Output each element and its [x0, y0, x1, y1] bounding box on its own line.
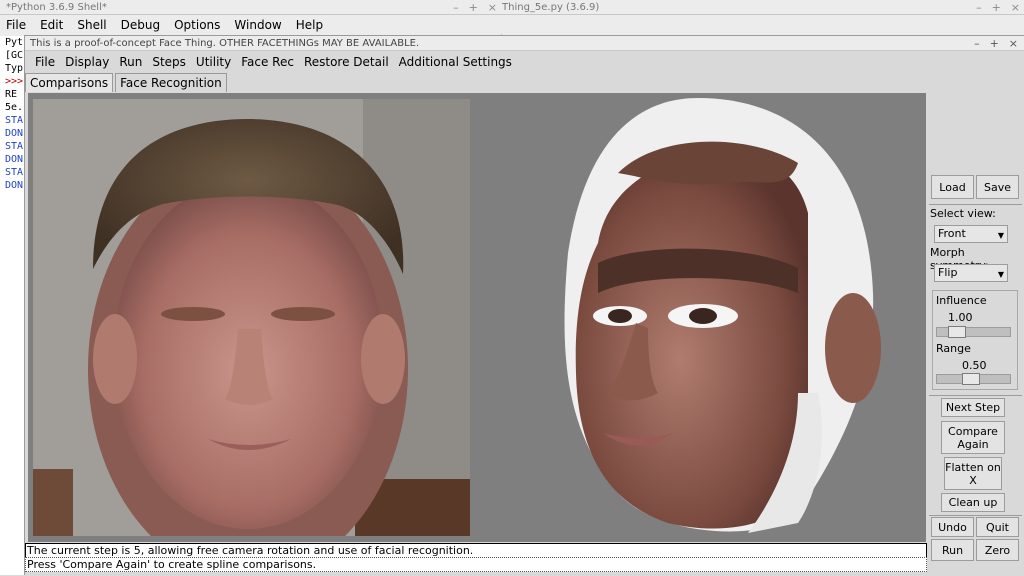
status-line-secondary: Press 'Compare Again' to create spline c…	[25, 557, 927, 572]
main-title: This is a proof-of-concept Face Thing. O…	[25, 36, 1024, 51]
influence-slider[interactable]	[936, 326, 1011, 338]
range-slider[interactable]	[936, 373, 1011, 385]
range-value: 0.50	[962, 359, 987, 372]
morph-symmetry-value: Flip	[938, 266, 958, 279]
menu-face-rec[interactable]: Face Rec	[236, 55, 299, 69]
editor-window-controls: – + ×	[976, 0, 1020, 15]
shell-menu-shell[interactable]: Shell	[77, 18, 106, 32]
shell-title: *Python 3.6.9 Shell*	[0, 0, 502, 15]
menu-restore-detail[interactable]: Restore Detail	[299, 55, 394, 69]
separator	[929, 395, 1022, 396]
maximize-icon[interactable]: +	[992, 0, 1001, 15]
status-line-primary: The current step is 5, allowing free cam…	[25, 543, 927, 558]
render-viewport[interactable]	[28, 93, 926, 542]
morph-symmetry-dropdown[interactable]: Flip ▼	[934, 264, 1008, 282]
minimize-icon[interactable]: –	[976, 0, 982, 15]
menu-steps[interactable]: Steps	[147, 55, 191, 69]
editor-window: Thing_5e.py (3.6.9) – + ×	[502, 0, 1024, 37]
save-button[interactable]: Save	[976, 175, 1019, 199]
minimize-icon[interactable]: –	[974, 36, 980, 51]
shell-line: >>>	[5, 76, 24, 87]
influence-label: Influence	[936, 294, 987, 307]
shell-line: STA	[5, 115, 24, 126]
shell-line: STA	[5, 141, 24, 152]
influence-slider-thumb[interactable]	[948, 326, 966, 338]
zero-button[interactable]: Zero	[976, 539, 1019, 561]
main-window-controls: – + ×	[974, 36, 1018, 51]
shell-line: Typ	[5, 63, 24, 74]
shell-line: RE	[5, 89, 18, 100]
shell-line: DON	[5, 128, 24, 139]
select-view-value: Front	[938, 227, 966, 240]
close-icon[interactable]: ×	[488, 0, 497, 15]
shell-window-controls: – + ×	[453, 0, 497, 15]
shell-menu-edit[interactable]: Edit	[40, 18, 63, 32]
quit-button[interactable]: Quit	[976, 517, 1019, 537]
shell-menubar: File Edit Shell Debug Options Window Hel…	[0, 15, 502, 34]
close-icon[interactable]: ×	[1009, 36, 1018, 51]
shell-line: [GC	[5, 50, 24, 61]
chevron-down-icon: ▼	[997, 270, 1004, 279]
shell-menu-window[interactable]: Window	[234, 18, 281, 32]
face-3d-model[interactable]	[498, 93, 918, 542]
control-panel: Load Save Select view: Front ▼ Morph sym…	[927, 93, 1024, 576]
shell-line: DON	[5, 154, 24, 165]
clean-up-button[interactable]: Clean up	[941, 493, 1005, 512]
undo-button[interactable]: Undo	[931, 517, 974, 537]
compare-again-button[interactable]: Compare Again	[941, 421, 1005, 454]
shell-line: Pyt	[5, 37, 24, 48]
chevron-down-icon: ▼	[997, 231, 1004, 240]
shell-output[interactable]: Pyt [GC Typ >>> RE 5e. STA DON STA DON S…	[0, 36, 24, 575]
maximize-icon[interactable]: +	[469, 0, 478, 15]
tab-face-recognition[interactable]: Face Recognition	[115, 73, 227, 92]
menu-display[interactable]: Display	[60, 55, 114, 69]
shell-line: STA	[5, 167, 24, 178]
separator	[929, 204, 1022, 205]
shell-menu-file[interactable]: File	[6, 18, 26, 32]
face-photo	[33, 99, 470, 536]
separator	[929, 515, 1022, 516]
menu-run[interactable]: Run	[114, 55, 147, 69]
tab-comparisons[interactable]: Comparisons	[25, 73, 114, 92]
shell-menu-help[interactable]: Help	[296, 18, 323, 32]
menu-utility[interactable]: Utility	[191, 55, 236, 69]
face-thing-window: This is a proof-of-concept Face Thing. O…	[24, 35, 1024, 576]
editor-title: Thing_5e.py (3.6.9)	[502, 0, 1024, 15]
influence-value: 1.00	[948, 311, 973, 324]
menu-file[interactable]: File	[30, 55, 60, 69]
tab-bar: Comparisons Face Recognition	[25, 73, 229, 92]
close-icon[interactable]: ×	[1011, 0, 1020, 15]
load-button[interactable]: Load	[931, 175, 974, 199]
range-slider-thumb[interactable]	[962, 373, 980, 385]
maximize-icon[interactable]: +	[990, 36, 999, 51]
shell-line: DON	[5, 180, 24, 191]
shell-menu-debug[interactable]: Debug	[121, 18, 160, 32]
shell-menu-options[interactable]: Options	[174, 18, 220, 32]
main-menubar: File Display Run Steps Utility Face Rec …	[25, 52, 1024, 72]
minimize-icon[interactable]: –	[453, 0, 459, 15]
flatten-on-x-button[interactable]: Flatten on X	[944, 457, 1002, 490]
menu-additional-settings[interactable]: Additional Settings	[394, 55, 517, 69]
select-view-label: Select view:	[930, 207, 996, 220]
next-step-button[interactable]: Next Step	[941, 398, 1005, 417]
range-label: Range	[936, 342, 971, 355]
shell-line: 5e.	[5, 102, 24, 113]
run-button[interactable]: Run	[931, 539, 974, 561]
select-view-dropdown[interactable]: Front ▼	[934, 225, 1008, 243]
